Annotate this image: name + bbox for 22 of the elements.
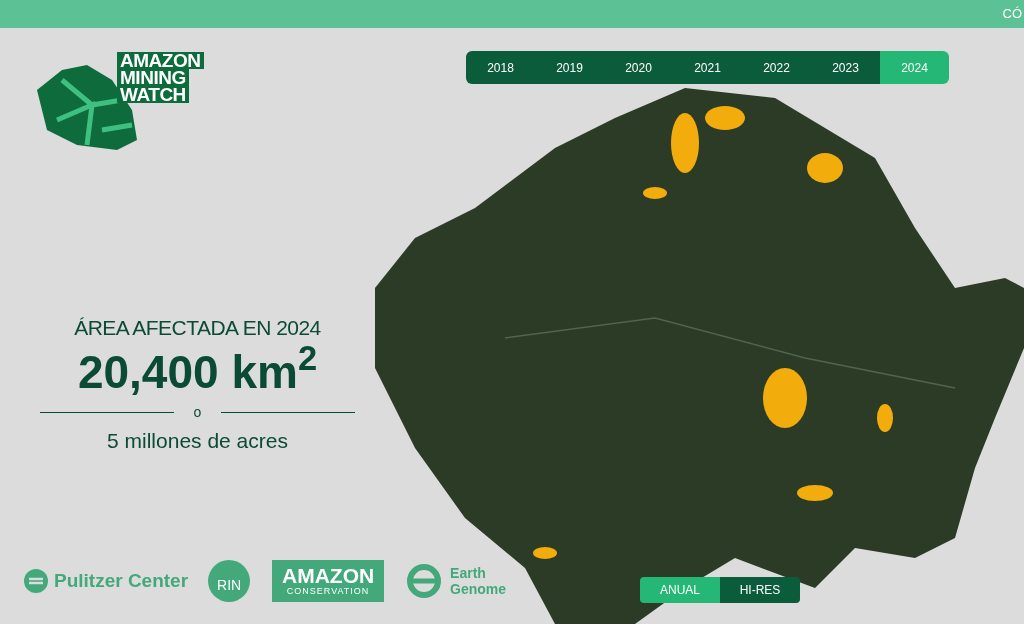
view-toggle-button[interactable]: HI-RES [720, 577, 800, 603]
partner-name: Earth [450, 565, 487, 581]
partner-name: AMAZON [282, 566, 375, 586]
year-tab[interactable]: 2023 [811, 51, 880, 84]
partner-name: Pulitzer Center [54, 568, 189, 593]
partner-name: RIN [217, 576, 242, 595]
year-tab[interactable]: 2021 [673, 51, 742, 84]
year-tab[interactable]: 2022 [742, 51, 811, 84]
logo-text: AMAZON [117, 52, 204, 69]
stats-subtitle: 5 millones de acres [107, 427, 288, 454]
year-tab[interactable]: 2019 [535, 51, 604, 84]
affected-area-value: 20,400 km$^{2}$ [77, 345, 318, 398]
logo-text: MINING [117, 69, 189, 86]
partner-logo-icon [406, 563, 443, 599]
partner-name: CONSERVATION [286, 586, 370, 596]
year-tab[interactable]: 2018 [466, 51, 535, 84]
partner-name: Genome [450, 581, 507, 597]
separator-text: o [193, 402, 202, 422]
partner-logo-icon [24, 569, 48, 593]
year-tab[interactable]: 2020 [604, 51, 673, 84]
logo-text: WATCH [117, 86, 189, 103]
stats-title: ÁREA AFECTADA EN 2024 [74, 315, 321, 341]
